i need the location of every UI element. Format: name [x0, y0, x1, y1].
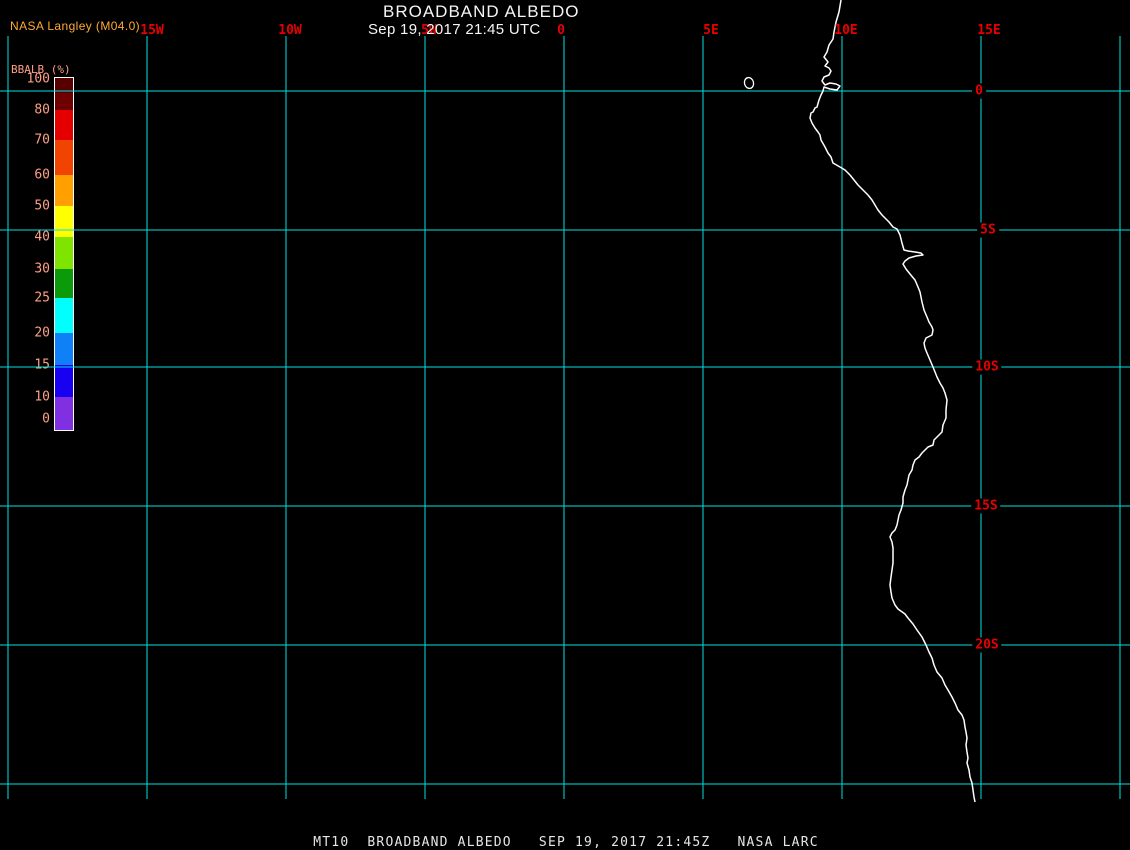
nasa-source-label: NASA Langley (M04.0)	[10, 19, 141, 33]
page-title: BROADBAND ALBEDO	[383, 2, 580, 21]
lat-label-20S: 20S	[972, 637, 1002, 653]
timestamp-label: Sep 19, 2017 21:45 UTC	[368, 21, 541, 38]
latitude-labels: 0 5S 10S 15S 20S	[0, 0, 1130, 850]
lat-label-5S: 5S	[977, 222, 999, 238]
footer-status-line: MT10 BROADBAND ALBEDO SEP 19, 2017 21:45…	[313, 835, 819, 850]
albedo-map-screen: NASA Langley (M04.0) BROADBAND ALBEDO Se…	[0, 0, 1130, 850]
lat-label-0: 0	[972, 83, 986, 99]
lat-label-15S: 15S	[971, 498, 1001, 514]
lat-label-10S: 10S	[972, 359, 1002, 375]
